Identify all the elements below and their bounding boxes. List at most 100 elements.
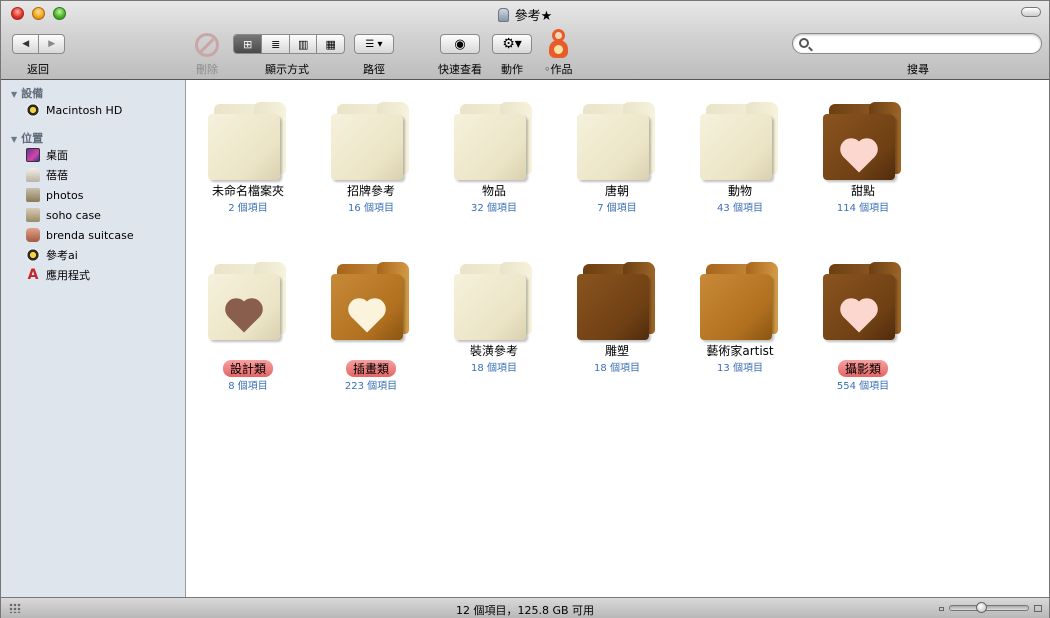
quicklook-button[interactable]: ◉ [440,34,480,54]
back-label: 返回 [27,63,49,76]
folder-item[interactable]: 設計類 8 個項目 [193,262,303,392]
folder-item[interactable]: 藝術家artist 13 個項目 [685,262,795,374]
search-input[interactable] [813,36,1033,51]
view-mode-control: ⊞ ≣ ▥ ▦ [233,34,345,54]
folder-item[interactable]: 甜點 114 個項目 [808,102,918,214]
folder-icon [331,102,411,182]
icon-size-slider[interactable] [949,605,1029,611]
window-title: 參考★ [1,5,1049,24]
icon-view-button[interactable]: ⊞ [234,35,262,53]
finder-window: 參考★ ◀ ▶ 返回 刪除 ⊞ ≣ ▥ ▦ 顯示方式 ☰ ▾ 路徑 ◉ 快速查看… [0,0,1050,618]
path-button[interactable]: ☰ ▾ [354,34,394,54]
sidebar-item-brenda-suitcase[interactable]: brenda suitcase [26,227,134,243]
gear-icon: ⚙▾ [502,36,522,52]
folder-icon [700,102,780,182]
hard-drive-icon [26,103,40,117]
coverflow-icon: ▦ [325,37,336,51]
suitcase-icon [26,228,40,242]
heart-folder-icon [823,262,903,342]
sidebar-item-reference-ai[interactable]: 參考ai [26,247,78,263]
search-label: 搜尋 [907,63,929,76]
item-count: 13 個項目 [717,363,763,374]
disclosure-triangle-icon: ▼ [11,135,18,144]
home-icon [26,168,40,182]
back-button[interactable]: ◀ [13,35,38,53]
sidebar-item-applications[interactable]: A 應用程式 [26,267,90,283]
sidebar: ▼ 設備 Macintosh HD ▼ 位置 桌面 蓓蓓 photos soho c… [1,80,186,597]
list-view-button[interactable]: ≣ [261,35,289,53]
folder-icon [577,102,657,182]
folder-name-tag: 設計類 [222,360,273,377]
small-icon-size-icon [939,607,944,611]
folder-item[interactable]: 未命名檔案夾 2 個項目 [193,102,303,214]
folder-grid: 未命名檔案夾 2 個項目 招牌參考 16 個項目 物品 32 個項目 唐朝 7 … [187,80,1049,597]
item-count: 32 個項目 [471,203,517,214]
item-count: 18 個項目 [594,363,640,374]
arrow-right-icon: ▶ [48,39,56,49]
matryoshka-doll-icon[interactable] [548,29,568,59]
action-button[interactable]: ⚙▾ [492,34,532,54]
disk-icon [26,248,40,262]
delete-icon[interactable] [195,33,219,57]
sidebar-item-macintosh-hd[interactable]: Macintosh HD [26,102,122,118]
sidebar-item-soho-case[interactable]: soho case [26,207,101,223]
back-forward-control: ◀ ▶ [12,34,65,54]
sidebar-header-devices[interactable]: ▼ 設備 [11,85,43,101]
forward-button[interactable]: ▶ [38,35,64,53]
folder-item[interactable]: 招牌參考 16 個項目 [316,102,426,214]
item-count: 223 個項目 [344,381,398,392]
folder-name-tag: 插畫類 [345,360,396,377]
list-icon: ≣ [271,37,281,51]
folder-item[interactable]: 雕塑 18 個項目 [562,262,672,374]
folder-icon [577,262,657,342]
folder-item[interactable]: 攝影類 554 個項目 [808,262,918,392]
folder-name: 未命名檔案夾 [211,184,284,198]
folder-name: 雕塑 [604,344,629,358]
action-label: 動作 [501,63,523,76]
sidebar-item-desktop[interactable]: 桌面 [26,147,68,163]
view-label: 顯示方式 [265,63,309,76]
folder-icon [26,188,40,202]
coverflow-view-button[interactable]: ▦ [316,35,344,53]
search-icon [799,38,809,48]
heart-folder-icon [208,262,288,342]
path-icon: ☰ ▾ [365,38,383,50]
item-count: 7 個項目 [597,203,637,214]
folder-icon [26,208,40,222]
heart-folder-icon [823,102,903,182]
item-count: 554 個項目 [836,381,890,392]
sidebar-item-photos[interactable]: photos [26,187,83,203]
quicklook-label: 快速查看 [438,63,482,76]
item-count: 16 個項目 [348,203,394,214]
item-count: 114 個項目 [836,203,890,214]
sidebar-header-places[interactable]: ▼ 位置 [11,130,43,146]
columns-icon: ▥ [298,37,309,51]
folder-name: 藝術家artist [706,344,774,358]
works-label: ◦作品 [544,63,573,76]
arrow-left-icon: ◀ [22,39,30,49]
sidebar-item-home[interactable]: 蓓蓓 [26,167,68,183]
folder-name: 裝潢參考 [469,344,518,358]
toolbar-toggle-button[interactable] [1021,7,1041,17]
search-field [792,33,1042,54]
folder-name: 甜點 [850,184,875,198]
folder-item[interactable]: 物品 32 個項目 [439,102,549,214]
folder-icon [454,102,534,182]
column-view-button[interactable]: ▥ [288,35,317,53]
folder-icon [454,262,534,342]
item-count: 2 個項目 [228,203,268,214]
folder-name: 動物 [727,184,752,198]
folder-icon [700,262,780,342]
item-count: 8 個項目 [228,381,268,392]
large-icon-size-icon [1034,605,1042,612]
heart-folder-icon [331,262,411,342]
slider-thumb[interactable] [976,602,987,613]
folder-item[interactable]: 插畫類 223 個項目 [316,262,426,392]
folder-item[interactable]: 唐朝 7 個項目 [562,102,672,214]
path-label: 路徑 [363,63,385,76]
item-count: 18 個項目 [471,363,517,374]
folder-item[interactable]: 裝潢參考 18 個項目 [439,262,549,374]
folder-item[interactable]: 動物 43 個項目 [685,102,795,214]
grid-icon: ⊞ [243,37,253,51]
folder-icon [208,102,288,182]
